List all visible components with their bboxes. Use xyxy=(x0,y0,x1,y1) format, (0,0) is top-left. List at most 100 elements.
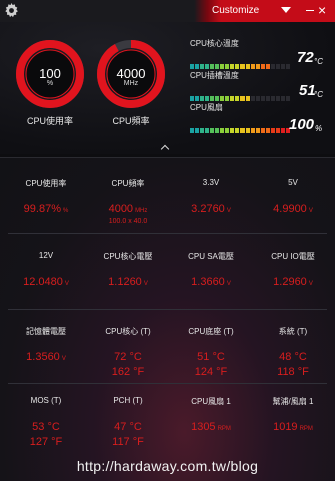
sensor-label: CPU SA電壓 xyxy=(188,252,234,261)
level-segment xyxy=(250,128,255,133)
preset-select[interactable]: Customize xyxy=(212,5,259,16)
cpu-fan-value: 100 xyxy=(289,116,315,133)
sensor-unit: V xyxy=(61,356,66,362)
level-segment xyxy=(260,64,265,69)
cpu-frequency-value: 4000 xyxy=(116,66,146,81)
level-segment xyxy=(225,96,230,101)
level-segment xyxy=(280,128,285,133)
sensor-reading: 1019 xyxy=(273,421,298,433)
sensor-cell: 記憶體電壓 1.3560 V xyxy=(4,326,88,386)
sensor-value-secondary: 124 °F xyxy=(194,366,228,378)
sensor-unit: RPM xyxy=(217,426,231,432)
sensor-label: CPU底座 (T) xyxy=(188,327,234,336)
level-segment xyxy=(190,128,195,133)
sensor-reading: 72 °C xyxy=(114,351,142,363)
sensor-value-secondary: 127 °F xyxy=(29,436,63,448)
cpu-socket-temp-label: CPU插槽溫度 xyxy=(190,71,239,80)
sensor-unit: RPM xyxy=(299,426,313,432)
cpu-core-temp-value: 72 xyxy=(297,49,314,66)
cpu-core-temp-unit: °C xyxy=(314,57,323,66)
close-icon[interactable]: × xyxy=(318,2,326,18)
level-segment xyxy=(275,96,280,101)
level-segment xyxy=(195,128,200,133)
sensor-cell: 幫浦/風扇 1 1019 RPM xyxy=(251,396,335,456)
level-segment xyxy=(205,96,210,101)
level-segment xyxy=(190,96,195,101)
sensor-cell: CPU頻率 4000 MHz 100.0 x 40.0 xyxy=(86,178,170,238)
sensor-label: 記憶體電壓 xyxy=(26,327,66,336)
sensor-value: 4.9900 V xyxy=(251,203,335,215)
sensor-value: 1.2960 V xyxy=(251,276,335,288)
gear-icon[interactable] xyxy=(4,3,19,18)
chevron-down-icon[interactable] xyxy=(281,7,291,13)
level-segment xyxy=(270,128,275,133)
level-segment xyxy=(265,128,270,133)
level-segment xyxy=(205,128,210,133)
sensor-unit: V xyxy=(226,281,231,287)
level-segment xyxy=(220,64,225,69)
level-segment xyxy=(210,64,215,69)
sensor-value-secondary: 118 °F xyxy=(277,366,309,378)
level-segment xyxy=(195,96,200,101)
watermark-url: http://hardaway.com.tw/blog xyxy=(76,458,259,474)
sensor-label: 幫浦/風扇 1 xyxy=(272,397,314,406)
cpu-socket-temp-bar xyxy=(190,96,290,101)
minimize-icon[interactable] xyxy=(306,10,314,11)
cpu-core-temp-label: CPU核心溫度 xyxy=(190,39,239,48)
sensor-reading: 1.3660 xyxy=(191,276,225,288)
level-segment xyxy=(200,96,205,101)
sensor-label: 3.3V xyxy=(202,178,220,187)
sensor-reading: 48 °C xyxy=(279,351,307,363)
level-segment xyxy=(245,96,250,101)
level-segment xyxy=(230,96,235,101)
sensor-cell: CPU使用率 99.87%% xyxy=(4,178,88,238)
sensor-value: 12.0480 V xyxy=(4,276,88,288)
sensor-cell: 系統 (T) 48 °C 118 °F xyxy=(251,326,335,386)
level-segment xyxy=(270,64,275,69)
level-segment xyxy=(260,96,265,101)
sensor-value: 3.2760 V xyxy=(169,203,253,215)
level-segment xyxy=(260,128,265,133)
sensor-label: CPU IO電壓 xyxy=(271,252,315,261)
sensor-label: CPU使用率 xyxy=(25,179,67,188)
sensor-cell: CPU核心電壓 1.1260 V xyxy=(86,251,170,311)
level-segment xyxy=(215,96,220,101)
summary-panel: 100 % CPU使用率 4000 MHz CPU頻率 CPU核心溫度 72 °… xyxy=(0,22,335,154)
sensor-reading: 3.2760 xyxy=(191,203,225,215)
level-segment xyxy=(200,64,205,69)
level-segment xyxy=(255,128,260,133)
sensor-cell: 3.3V 3.2760 V xyxy=(169,178,253,238)
sensor-reading: 1.1260 xyxy=(108,276,142,288)
sensor-reading: 1305 xyxy=(191,421,216,433)
level-segment xyxy=(225,64,230,69)
sensor-multiplier: 100.0 x 40.0 xyxy=(108,218,148,225)
sensor-value-secondary: 162 °F xyxy=(111,366,145,378)
sensor-label: CPU風扇 1 xyxy=(191,397,231,406)
sensor-reading: 51 °C xyxy=(197,351,225,363)
sensor-label: MOS (T) xyxy=(30,396,62,405)
sensor-reading: 4000 xyxy=(108,203,134,215)
level-segment xyxy=(215,128,220,133)
sensor-label: CPU核心電壓 xyxy=(103,252,153,261)
sensor-reading: 47 °C xyxy=(114,421,142,433)
sensor-reading: 12.0480 xyxy=(23,276,63,288)
chevron-up-icon[interactable] xyxy=(160,144,170,154)
sensor-value: 48 °C xyxy=(251,351,335,363)
level-segment xyxy=(225,128,230,133)
sensor-label: PCH (T) xyxy=(113,396,143,405)
sensor-value: 1305 RPM xyxy=(169,421,253,433)
sensor-label: 5V xyxy=(288,178,298,187)
sensor-value-secondary: 117 °F xyxy=(112,436,144,448)
sensor-value: 47 °C xyxy=(86,421,170,433)
level-segment xyxy=(240,128,245,133)
level-segment xyxy=(280,96,285,101)
sensor-unit: V xyxy=(64,281,69,287)
sensor-value: 1.3660 V xyxy=(169,276,253,288)
sensor-reading: 1.3560 xyxy=(26,351,60,363)
level-segment xyxy=(200,128,205,133)
sensor-cell: CPU風扇 1 1305 RPM xyxy=(169,396,253,456)
cpu-socket-temp-unit: °C xyxy=(314,90,323,99)
sensor-unit: V xyxy=(226,208,231,214)
sensor-value: 1.3560 V xyxy=(4,351,88,363)
level-segment xyxy=(215,64,220,69)
